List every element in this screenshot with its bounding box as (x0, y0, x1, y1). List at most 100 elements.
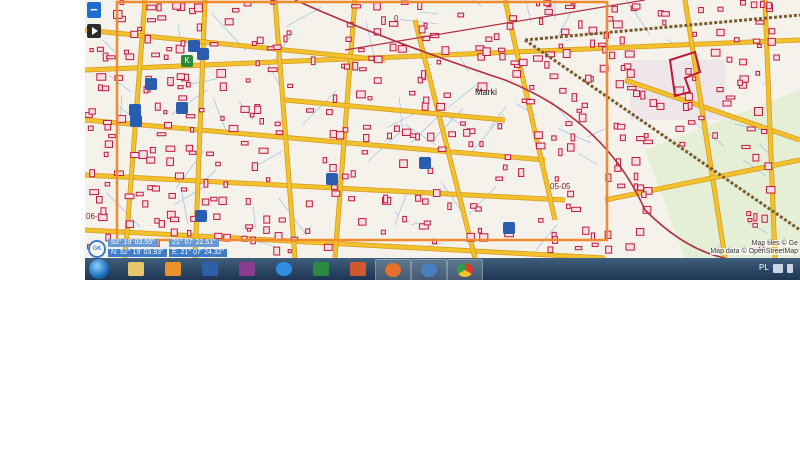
building (106, 55, 116, 60)
building (104, 140, 114, 148)
poi-crossed-icon[interactable] (130, 115, 142, 127)
building (251, 162, 259, 171)
poi-post-icon[interactable] (197, 48, 209, 60)
building (348, 196, 356, 202)
building (185, 144, 193, 152)
building (656, 102, 665, 110)
parcel-line (448, 85, 477, 108)
building (157, 15, 167, 21)
building (750, 1, 758, 9)
building (185, 114, 196, 119)
poi-crossed-icon[interactable] (145, 78, 157, 90)
building (335, 131, 345, 140)
taskbar-thunderbird[interactable] (411, 259, 447, 281)
building (717, 6, 724, 12)
taskbar-excel[interactable] (304, 259, 338, 279)
zoom-out-button[interactable]: − (87, 3, 101, 17)
windows-start-icon[interactable] (89, 259, 109, 279)
building (401, 128, 412, 137)
building (274, 121, 281, 127)
building (329, 130, 337, 139)
building (142, 200, 149, 208)
building (698, 115, 705, 121)
building (716, 86, 724, 93)
building (692, 31, 697, 37)
building (87, 125, 94, 131)
building (578, 20, 583, 29)
building (88, 108, 96, 115)
building (214, 232, 223, 240)
map-canvas[interactable] (85, 0, 800, 258)
building (245, 197, 251, 205)
building (305, 200, 313, 208)
building (539, 18, 544, 25)
building (643, 133, 649, 139)
building (249, 112, 255, 118)
building (275, 130, 284, 135)
building (755, 70, 761, 76)
building (512, 70, 521, 78)
building (485, 36, 493, 42)
parcel-line (555, 13, 571, 40)
parcel-line (468, 185, 497, 215)
building (518, 58, 528, 67)
building (726, 56, 733, 63)
building (167, 77, 174, 86)
building (612, 20, 623, 29)
excel-icon (313, 262, 329, 276)
building (397, 45, 407, 53)
building (358, 218, 367, 226)
building (402, 215, 407, 223)
building (534, 131, 543, 139)
building (591, 242, 599, 248)
building (554, 176, 559, 182)
taskbar-media[interactable] (156, 259, 190, 279)
taskbar-word[interactable] (193, 259, 227, 279)
parcel-label: 06- (86, 212, 98, 221)
poi-building-icon[interactable] (326, 173, 338, 185)
network-icon[interactable] (773, 264, 783, 273)
ie-icon (276, 262, 292, 276)
building (581, 102, 588, 109)
building (286, 30, 292, 36)
poi-crossed-icon[interactable] (176, 102, 188, 114)
building (306, 108, 315, 113)
building (256, 36, 264, 44)
building (350, 170, 356, 178)
building (96, 73, 107, 81)
building (185, 81, 191, 88)
taskbar-firefox[interactable] (375, 259, 411, 281)
play-icon[interactable] (87, 24, 101, 38)
building (423, 96, 430, 104)
volume-icon[interactable] (787, 264, 793, 273)
building (352, 61, 359, 71)
building (210, 196, 218, 202)
building (566, 203, 571, 210)
poi-k-icon[interactable]: K (181, 55, 193, 67)
latitude-value: N: 52° 19' 03.93" (108, 249, 167, 257)
poi-chat-icon[interactable] (195, 210, 207, 222)
taskbar-winrar[interactable] (230, 259, 264, 279)
building (156, 132, 167, 137)
building (342, 173, 349, 180)
parcel-line (420, 12, 439, 14)
building (170, 216, 180, 223)
building (631, 3, 641, 10)
building (418, 25, 426, 34)
building (764, 162, 773, 171)
language-indicator[interactable]: PL (759, 263, 769, 272)
building (380, 229, 386, 235)
taskbar-powerpoint[interactable] (341, 259, 375, 279)
building (224, 18, 234, 26)
poi-phone-icon[interactable] (503, 222, 515, 234)
map-view[interactable]: + − Marki 05-05 06- 0 K GK 53° 19' 03.55… (85, 0, 800, 258)
building (504, 154, 512, 161)
building (146, 156, 156, 164)
building (457, 12, 465, 18)
taskbar-explorer[interactable] (119, 259, 153, 279)
taskbar-ie[interactable] (267, 259, 301, 279)
building (585, 74, 592, 83)
taskbar-chrome[interactable] (447, 259, 483, 281)
building (358, 47, 365, 53)
poi-church-icon[interactable] (419, 157, 431, 169)
